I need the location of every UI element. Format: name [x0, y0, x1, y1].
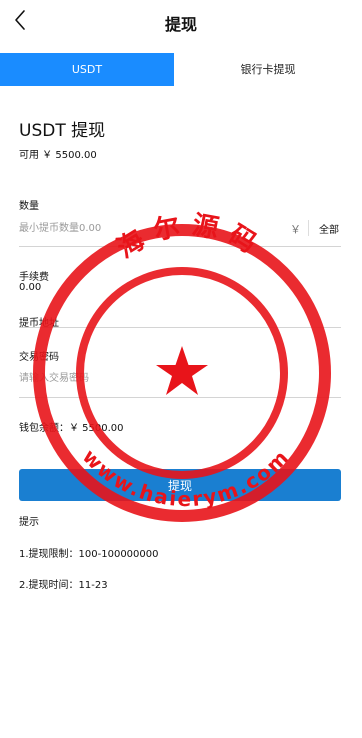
- withdraw-button[interactable]: 提现: [19, 469, 341, 501]
- wallet-balance: 钱包余额：￥ 5500.00: [19, 423, 124, 434]
- currency-symbol: ￥: [290, 223, 301, 236]
- amount-underline: [19, 246, 341, 247]
- all-button[interactable]: 全部: [319, 221, 339, 236]
- address-underline: [19, 327, 341, 328]
- page-title: 提现: [164, 15, 197, 34]
- tip-item-limit: 1.提现限制：100-100000000: [19, 549, 159, 560]
- tab-bank-card[interactable]: 银行卡提现: [174, 53, 362, 86]
- tab-usdt[interactable]: USDT: [0, 53, 174, 86]
- password-label: 交易密码: [19, 352, 59, 363]
- amount-input[interactable]: [19, 218, 269, 238]
- section-title: USDT 提现: [19, 121, 106, 141]
- fee-value: 0.00: [19, 282, 42, 293]
- divider: [308, 220, 309, 236]
- available-balance: 可用 ￥ 5500.00: [19, 150, 97, 161]
- tab-bar: USDT 银行卡提现: [0, 53, 362, 86]
- amount-label: 数量: [19, 201, 39, 212]
- password-input[interactable]: [19, 368, 319, 388]
- tips-title: 提示: [19, 517, 39, 528]
- fee-label: 手续费: [19, 272, 49, 283]
- amount-row: ￥ 全部: [19, 218, 341, 240]
- header-bar: 提现: [0, 0, 362, 44]
- password-underline: [19, 397, 341, 398]
- tip-item-time: 2.提现时间：11-23: [19, 580, 108, 591]
